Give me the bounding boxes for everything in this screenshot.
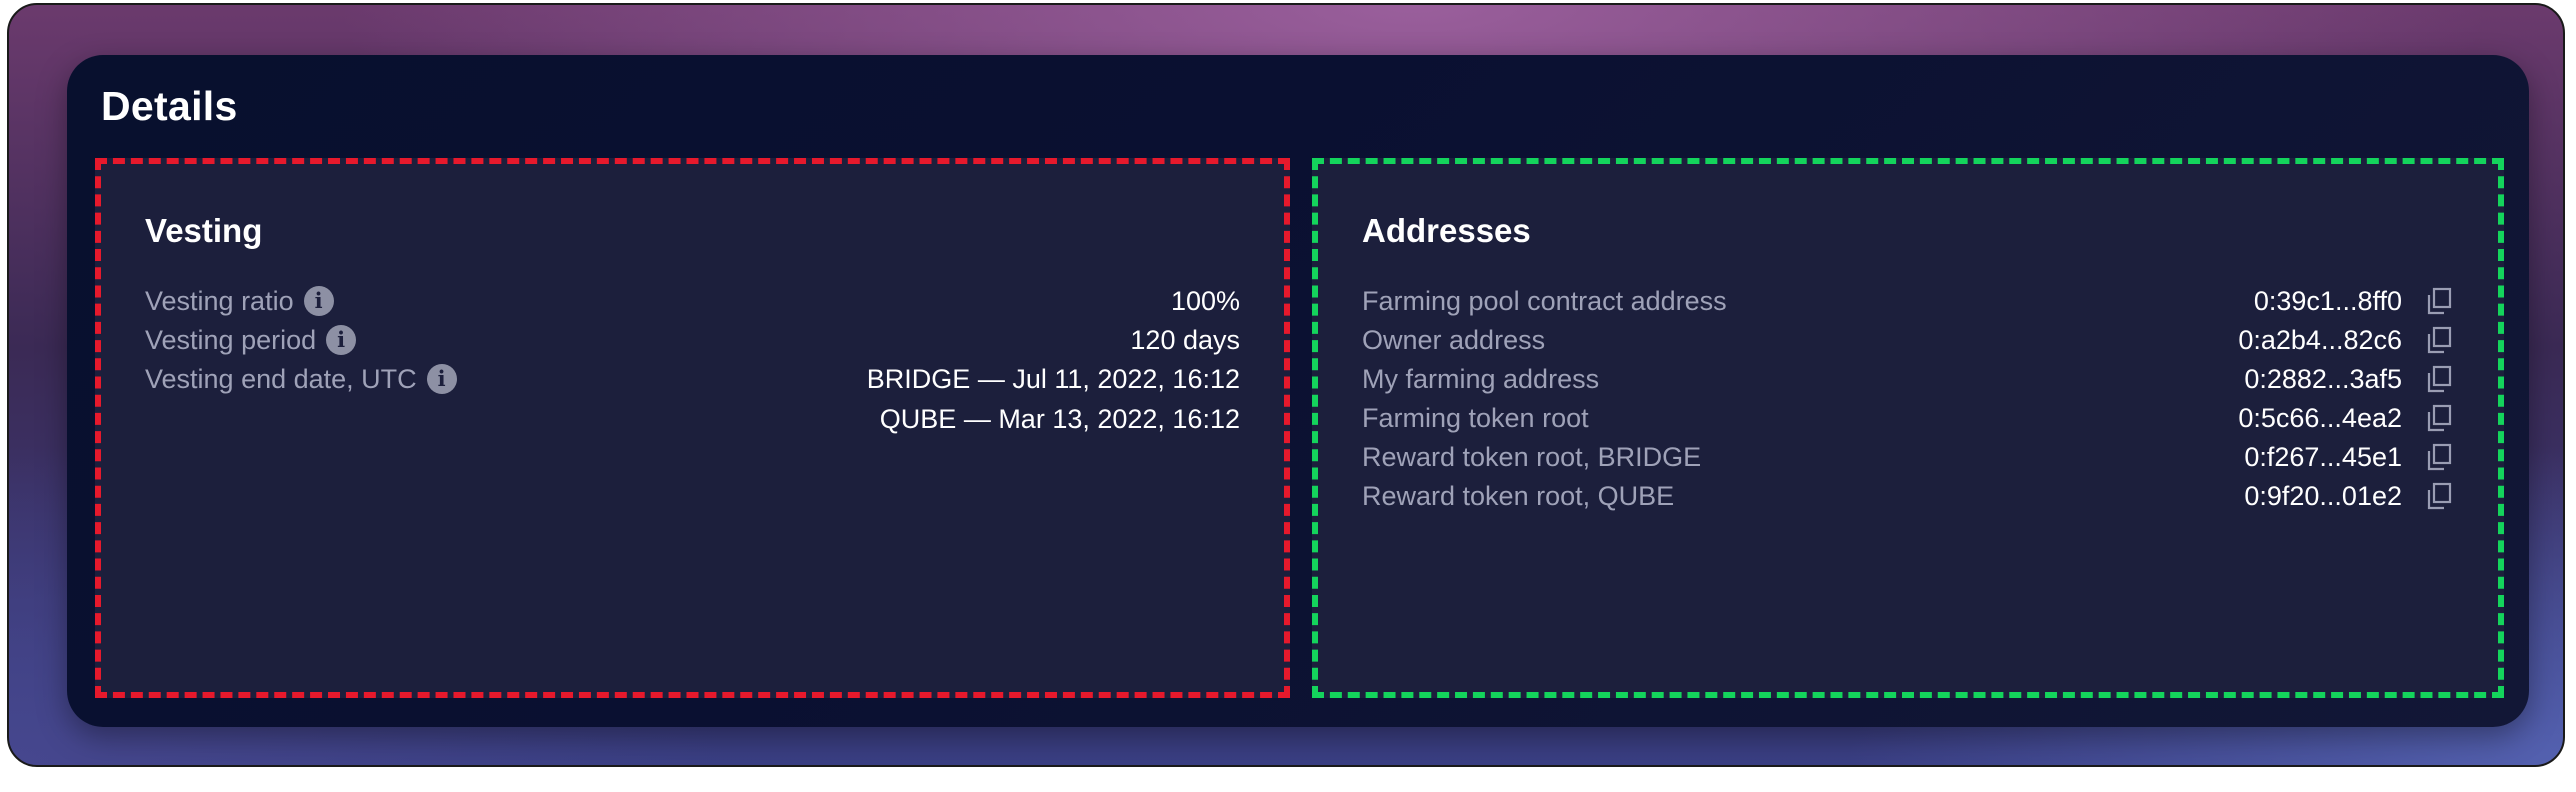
- address-value[interactable]: 0:a2b4...82c6: [2238, 320, 2402, 360]
- address-label: Farming token root: [1362, 403, 1589, 433]
- vesting-period-row: Vesting period i 120 days: [145, 320, 1240, 360]
- screenshot-frame: Details Vesting Vesting ratio i 100% Ves…: [7, 3, 2565, 767]
- details-title: Details: [101, 83, 238, 129]
- vesting-title: Vesting: [145, 212, 263, 249]
- address-row: Farming pool contract address 0:39c1...8…: [1362, 281, 2454, 321]
- vesting-end-date-qube: QUBE — Mar 13, 2022, 16:12: [879, 404, 1240, 434]
- copy-icon[interactable]: [2424, 481, 2454, 511]
- address-value[interactable]: 0:f267...45e1: [2244, 437, 2402, 477]
- address-value[interactable]: 0:2882...3af5: [2244, 359, 2402, 399]
- vesting-period-value: 120 days: [1130, 325, 1240, 355]
- address-row: Reward token root, BRIDGE 0:f267...45e1: [1362, 437, 2454, 477]
- vesting-end-date-label: Vesting end date, UTC: [145, 364, 417, 394]
- copy-icon[interactable]: [2424, 364, 2454, 394]
- copy-icon[interactable]: [2424, 403, 2454, 433]
- vesting-period-label: Vesting period: [145, 325, 317, 355]
- vesting-end-date-label-wrap: Vesting end date, UTC i: [145, 359, 457, 399]
- copy-icon[interactable]: [2424, 325, 2454, 355]
- info-icon[interactable]: i: [303, 286, 334, 316]
- address-row: Owner address 0:a2b4...82c6: [1362, 320, 2454, 360]
- details-card: Details Vesting Vesting ratio i 100% Ves…: [67, 55, 2529, 727]
- address-label: My farming address: [1362, 364, 1600, 394]
- address-row: My farming address 0:2882...3af5: [1362, 359, 2454, 399]
- copy-icon[interactable]: [2424, 442, 2454, 472]
- address-label: Owner address: [1362, 325, 1546, 355]
- vesting-ratio-label: Vesting ratio: [145, 286, 294, 316]
- vesting-ratio-label-wrap: Vesting ratio i: [145, 281, 334, 321]
- vesting-ratio-value: 100%: [1170, 286, 1240, 316]
- copy-icon[interactable]: [2424, 286, 2454, 316]
- vesting-ratio-row: Vesting ratio i 100%: [145, 281, 1240, 321]
- info-icon[interactable]: i: [326, 325, 357, 355]
- vesting-end-date-bridge: BRIDGE — Jul 11, 2022, 16:12: [866, 364, 1240, 394]
- vesting-end-date-row: Vesting end date, UTC i BRIDGE — Jul 11,…: [145, 359, 1240, 439]
- address-row: Reward token root, QUBE 0:9f20...01e2: [1362, 476, 2454, 516]
- vesting-period-label-wrap: Vesting period i: [145, 320, 357, 360]
- address-value[interactable]: 0:9f20...01e2: [2244, 476, 2402, 516]
- addresses-panel: Addresses Farming pool contract address …: [1312, 158, 2504, 698]
- address-value[interactable]: 0:39c1...8ff0: [2254, 281, 2402, 321]
- addresses-title: Addresses: [1362, 212, 1531, 249]
- vesting-end-date-values: BRIDGE — Jul 11, 2022, 16:12 QUBE — Mar …: [867, 359, 1240, 439]
- address-label: Reward token root, QUBE: [1362, 481, 1675, 511]
- address-row: Farming token root 0:5c66...4ea2: [1362, 398, 2454, 438]
- address-label: Reward token root, BRIDGE: [1362, 442, 1702, 472]
- vesting-panel: Vesting Vesting ratio i 100% Vesting per…: [95, 158, 1290, 698]
- address-value[interactable]: 0:5c66...4ea2: [2238, 398, 2402, 438]
- address-label: Farming pool contract address: [1362, 286, 1727, 316]
- info-icon[interactable]: i: [426, 364, 457, 394]
